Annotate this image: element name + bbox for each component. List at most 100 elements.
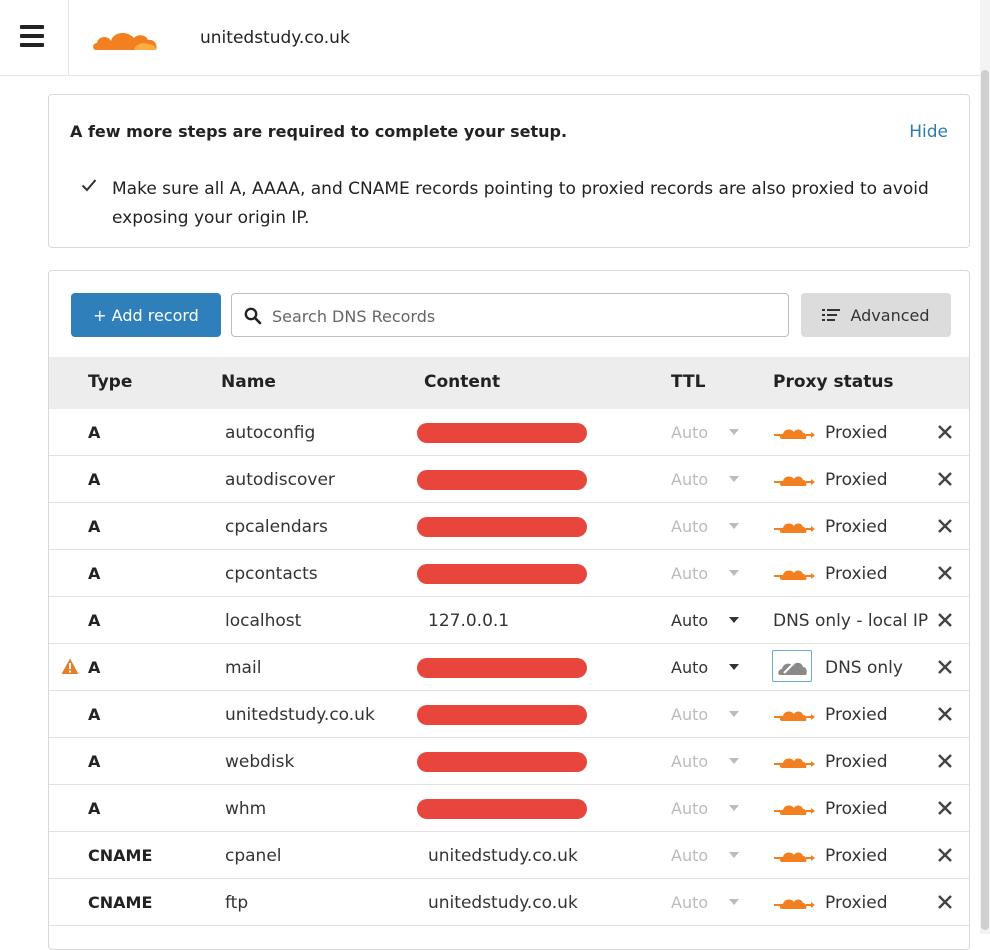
table-row[interactable]: CNAME cpanel unitedstudy.co.uk Auto Proxied <box>49 832 969 879</box>
close-icon[interactable] <box>936 470 954 488</box>
record-type: A <box>88 705 101 724</box>
record-name[interactable]: mail <box>225 658 261 678</box>
record-name[interactable]: unitedstudy.co.uk <box>225 705 375 725</box>
chevron-down-icon <box>729 711 739 717</box>
top-bar: unitedstudy.co.uk <box>0 0 980 76</box>
record-type: A <box>88 658 101 677</box>
proxy-status-label: DNS only - local IP <box>773 611 929 631</box>
record-type: A <box>88 470 101 489</box>
proxy-status-label: Proxied <box>825 752 888 772</box>
add-record-button[interactable]: + Add record <box>71 293 221 337</box>
table-row[interactable]: Aautodiscover Auto Proxied <box>49 456 969 503</box>
proxy-toggle[interactable] <box>773 423 817 443</box>
dns-records-card: + Add record Advanced Type Name Content … <box>48 270 970 950</box>
close-icon[interactable] <box>936 893 954 911</box>
proxy-toggle[interactable] <box>773 752 817 772</box>
table-row[interactable]: Acpcontacts Auto Proxied <box>49 550 969 597</box>
record-name[interactable]: cpcontacts <box>225 564 318 584</box>
column-header-ttl[interactable]: TTL <box>671 372 705 392</box>
chevron-down-icon[interactable] <box>729 664 739 670</box>
menu-icon[interactable] <box>20 25 44 47</box>
cloudflare-logo[interactable] <box>90 24 162 52</box>
hide-link[interactable]: Hide <box>909 122 948 142</box>
record-type: CNAME <box>88 893 153 912</box>
record-name[interactable]: ftp <box>225 893 248 913</box>
record-type: A <box>88 752 101 771</box>
advanced-button[interactable]: Advanced <box>801 293 951 337</box>
record-type: A <box>88 799 101 818</box>
record-name[interactable]: localhost <box>225 611 301 631</box>
close-icon[interactable] <box>936 658 954 676</box>
proxy-toggle[interactable] <box>773 705 817 725</box>
proxy-toggle[interactable] <box>773 846 817 866</box>
record-name[interactable]: autodiscover <box>225 470 335 490</box>
record-type: A <box>88 564 101 583</box>
table-row[interactable]: Amail Auto DNS only <box>49 644 969 691</box>
chevron-down-icon <box>729 476 739 482</box>
setup-step-text: Make sure all A, AAAA, and CNAME records… <box>112 179 929 228</box>
proxy-toggle[interactable] <box>773 564 817 584</box>
record-name[interactable]: whm <box>225 799 266 819</box>
proxy-toggle[interactable] <box>773 799 817 819</box>
ttl-select[interactable]: Auto <box>671 658 708 677</box>
record-content[interactable]: 127.0.0.1 <box>428 611 509 631</box>
close-icon[interactable] <box>936 752 954 770</box>
proxy-status-label: Proxied <box>825 470 888 490</box>
column-header-proxy-status[interactable]: Proxy status <box>773 372 894 392</box>
record-content[interactable]: unitedstudy.co.uk <box>428 846 578 866</box>
ttl-select: Auto <box>671 705 709 724</box>
warning-icon <box>61 658 79 674</box>
chevron-down-icon <box>729 852 739 858</box>
table-row[interactable]: Awhm Auto Proxied <box>49 785 969 832</box>
close-icon[interactable] <box>936 611 954 629</box>
column-header-name[interactable]: Name <box>221 372 276 392</box>
chevron-down-icon <box>729 429 739 435</box>
record-content[interactable]: unitedstudy.co.uk <box>428 893 578 913</box>
proxied-cloud-icon <box>774 570 815 580</box>
table-row[interactable]: CNAME ftp unitedstudy.co.uk Auto Proxied <box>49 879 969 926</box>
search-input[interactable] <box>270 302 774 330</box>
proxy-status-label: DNS only <box>825 658 903 678</box>
ttl-select: Auto <box>671 564 709 583</box>
record-name[interactable]: cpcalendars <box>225 517 328 537</box>
search-box[interactable] <box>231 293 789 337</box>
redacted-content <box>417 799 587 819</box>
close-icon[interactable] <box>936 846 954 864</box>
scrollbar-thumb[interactable] <box>981 70 989 930</box>
top-bar-divider <box>68 0 69 75</box>
chevron-down-icon <box>729 570 739 576</box>
proxy-status-label: Proxied <box>825 893 888 913</box>
page-scrollbar[interactable] <box>980 0 990 934</box>
redacted-content <box>417 752 587 772</box>
proxy-status-label: Proxied <box>825 846 888 866</box>
check-icon <box>81 179 97 192</box>
column-header-content[interactable]: Content <box>424 372 500 392</box>
proxied-cloud-icon <box>774 899 815 909</box>
chevron-down-icon[interactable] <box>729 617 739 623</box>
proxy-toggle[interactable] <box>772 650 812 682</box>
record-name[interactable]: autoconfig <box>225 423 315 443</box>
proxy-toggle[interactable] <box>773 893 817 913</box>
zone-domain[interactable]: unitedstudy.co.uk <box>200 28 350 48</box>
chevron-down-icon <box>729 523 739 529</box>
redacted-content <box>417 517 587 537</box>
ttl-select: Auto <box>671 752 709 771</box>
close-icon[interactable] <box>936 799 954 817</box>
close-icon[interactable] <box>936 564 954 582</box>
ttl-select: Auto <box>671 423 709 442</box>
table-row[interactable]: Aautoconfig Auto Proxied <box>49 409 969 456</box>
proxy-toggle[interactable] <box>773 470 817 490</box>
close-icon[interactable] <box>936 423 954 441</box>
close-icon[interactable] <box>936 705 954 723</box>
table-row[interactable]: Alocalhost 127.0.0.1 Auto DNS only - local … <box>49 597 969 644</box>
proxied-cloud-icon <box>774 852 815 862</box>
record-name[interactable]: cpanel <box>225 846 282 866</box>
ttl-select[interactable]: Auto <box>671 611 708 630</box>
column-header-type[interactable]: Type <box>88 372 132 392</box>
close-icon[interactable] <box>936 517 954 535</box>
proxy-toggle[interactable] <box>773 517 817 537</box>
record-name[interactable]: webdisk <box>225 752 294 772</box>
table-row[interactable]: Acpcalendars Auto Proxied <box>49 503 969 550</box>
table-row[interactable]: Awebdisk Auto Proxied <box>49 738 969 785</box>
table-row[interactable]: Aunitedstudy.co.uk Auto Proxied <box>49 691 969 738</box>
